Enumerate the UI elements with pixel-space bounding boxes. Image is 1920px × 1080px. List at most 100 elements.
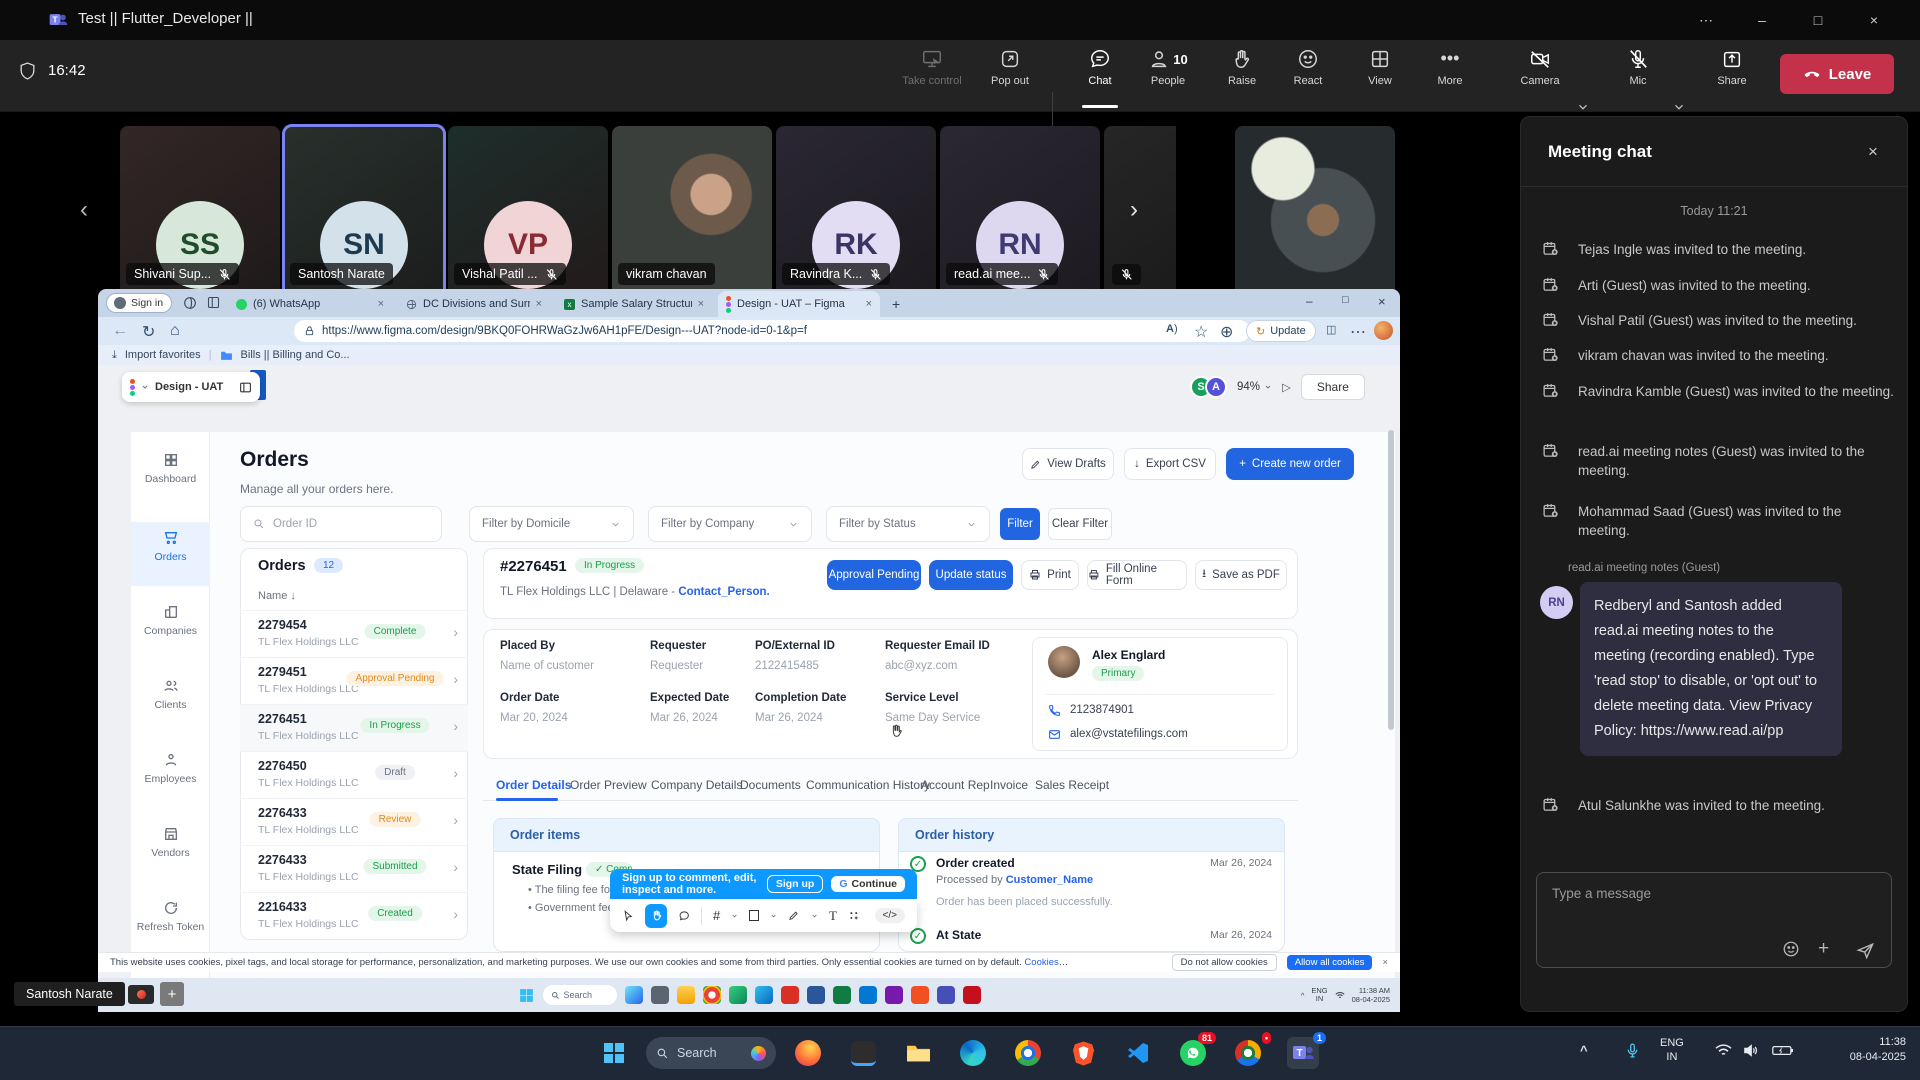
filter-company-select[interactable]: Filter by Company xyxy=(648,506,812,542)
copilot-icon[interactable] xyxy=(182,295,198,311)
back-icon[interactable]: ← xyxy=(112,322,128,340)
sidebar-item-refresh-token[interactable]: Refresh Token xyxy=(131,900,210,933)
cookies-settings-link[interactable]: Cookies settings xyxy=(1024,957,1070,968)
refresh-icon[interactable]: ↻ xyxy=(142,322,155,342)
sidebar-item-companies[interactable]: Companies xyxy=(131,604,210,637)
order-id-search-input[interactable]: Order ID xyxy=(240,506,442,542)
view-button[interactable]: View xyxy=(1348,48,1412,106)
shared-app-icon[interactable] xyxy=(937,986,955,1004)
shared-app-icon[interactable] xyxy=(677,986,695,1004)
shared-start-icon[interactable] xyxy=(518,987,535,1004)
tab-order-details[interactable]: Order Details xyxy=(496,778,571,792)
start-button-icon[interactable] xyxy=(602,1041,626,1065)
contact-email[interactable]: alex@vstatefilings.com xyxy=(1070,728,1188,740)
edge-signin-pill[interactable]: Sign in xyxy=(106,293,172,313)
cursor-tool-icon[interactable] xyxy=(622,909,634,923)
shared-app-icon[interactable] xyxy=(625,986,643,1004)
participant-tile[interactable]: VP Vishal Patil ... xyxy=(448,126,608,297)
tab-documents[interactable]: Documents xyxy=(740,778,801,792)
sidebar-item-employees[interactable]: Employees xyxy=(131,752,210,785)
filter-status-select[interactable]: Filter by Status xyxy=(826,506,990,542)
split-screen-icon[interactable]: ◫ xyxy=(1326,323,1336,336)
deny-cookies-button[interactable]: Do not allow cookies xyxy=(1172,954,1277,971)
emoji-icon[interactable] xyxy=(1782,940,1800,958)
tab-communication-history[interactable]: Communication History xyxy=(806,778,930,792)
chevron-down-icon[interactable] xyxy=(811,912,818,920)
canvas-scrollbar[interactable] xyxy=(1388,430,1394,730)
create-order-button[interactable]: + Create new order xyxy=(1226,448,1354,480)
participant-tile-video[interactable]: vikram chavan xyxy=(612,126,772,297)
home-icon[interactable]: ⌂ xyxy=(170,322,180,340)
shared-tray-chevron-icon[interactable]: ^ xyxy=(1301,991,1305,1000)
browser-close-icon[interactable]: × xyxy=(1378,294,1386,309)
camera-button[interactable]: Camera xyxy=(1508,48,1572,106)
update-status-button[interactable]: Update status xyxy=(929,560,1013,590)
taskbar-chrome-profile-icon[interactable]: • xyxy=(1232,1037,1264,1069)
filter-button[interactable]: Filter xyxy=(1000,508,1040,540)
taskbar-brave-icon[interactable] xyxy=(1067,1037,1099,1069)
tab-order-preview[interactable]: Order Preview xyxy=(570,778,647,792)
shared-app-icon[interactable] xyxy=(885,986,903,1004)
fill-online-form-button[interactable]: Fill Online Form xyxy=(1087,560,1187,590)
view-drafts-button[interactable]: View Drafts xyxy=(1022,448,1114,480)
gamebar-overlay[interactable] xyxy=(128,985,154,1004)
participant-tile[interactable]: SS Shivani Sup... xyxy=(120,126,280,297)
tab-close-icon[interactable]: × xyxy=(866,298,872,310)
browser-maximize-icon[interactable]: □ xyxy=(1342,294,1349,306)
sidebar-item-clients[interactable]: Clients xyxy=(131,678,210,711)
browser-menu-icon[interactable]: ⋯ xyxy=(1350,322,1366,342)
taskbar-chrome-icon[interactable] xyxy=(1012,1037,1044,1069)
taskbar-whatsapp-icon[interactable]: 81 xyxy=(1177,1037,1209,1069)
tray-mic-icon[interactable] xyxy=(1624,1040,1641,1061)
order-row[interactable]: 2279454TL Flex Holdings LLC Complete› xyxy=(240,610,468,657)
save-as-pdf-button[interactable]: ⭳ Save as PDF xyxy=(1195,560,1287,590)
leave-button[interactable]: Leave xyxy=(1780,54,1894,94)
read-aloud-icon[interactable]: A) xyxy=(1166,323,1178,335)
figma-signup-button[interactable]: Sign up xyxy=(767,875,824,893)
share-button[interactable]: Share xyxy=(1700,48,1764,106)
tab-invoice[interactable]: Invoice xyxy=(990,778,1028,792)
collaborator-avatar[interactable]: A xyxy=(1205,376,1227,398)
tab-close-icon[interactable]: × xyxy=(536,298,542,310)
camera-chevron-icon[interactable] xyxy=(1576,100,1590,114)
shared-app-icon[interactable] xyxy=(651,986,669,1004)
maximize-button[interactable]: □ xyxy=(1798,8,1838,32)
react-button[interactable]: React xyxy=(1276,48,1340,106)
chevron-down-icon[interactable] xyxy=(770,912,777,920)
favorites-star-icon[interactable]: ☆ xyxy=(1194,322,1208,342)
participant-tile[interactable]: RN read.ai mee... xyxy=(940,126,1100,297)
participant-tile-partial[interactable] xyxy=(1104,126,1176,297)
bills-folder-link[interactable]: Bills || Billing and Co... xyxy=(241,349,350,361)
google-continue-button[interactable]: GContinue xyxy=(831,876,905,892)
import-favorites-link[interactable]: Import favorites xyxy=(125,349,201,361)
tray-battery-icon[interactable] xyxy=(1772,1044,1794,1057)
pop-out-button[interactable]: Pop out xyxy=(978,48,1042,106)
shared-app-icon[interactable] xyxy=(807,986,825,1004)
shared-app-icon[interactable] xyxy=(781,986,799,1004)
shared-app-icon[interactable] xyxy=(911,986,929,1004)
tab-company-details[interactable]: Company Details xyxy=(651,778,742,792)
frame-tool-icon[interactable]: # xyxy=(713,908,720,923)
layout-panel-icon[interactable] xyxy=(239,381,252,394)
figma-share-button[interactable]: Share xyxy=(1301,374,1365,400)
tab-sales-receipt[interactable]: Sales Receipt xyxy=(1035,778,1109,792)
participant-tile[interactable]: RK Ravindra K... xyxy=(776,126,936,297)
resources-tool-icon[interactable] xyxy=(848,909,860,922)
pen-tool-icon[interactable] xyxy=(788,909,800,922)
taskbar-firefox-icon[interactable] xyxy=(792,1037,824,1069)
shape-tool-icon[interactable] xyxy=(749,910,759,921)
participant-tile[interactable]: SN Santosh Narate xyxy=(284,126,444,297)
comment-tool-icon[interactable] xyxy=(678,909,690,923)
browser-minimize-icon[interactable]: – xyxy=(1306,294,1313,308)
close-button[interactable]: × xyxy=(1854,8,1894,32)
strip-scroll-right-icon[interactable]: › xyxy=(1130,196,1138,224)
customer-name-link[interactable]: Customer_Name xyxy=(1006,874,1093,886)
approval-pending-button[interactable]: Approval Pending xyxy=(827,560,921,590)
order-row[interactable]: 2276433TL Flex Holdings LLC Review› xyxy=(240,798,468,845)
tray-language[interactable]: ENGIN xyxy=(1660,1036,1684,1064)
presenter-pin-button[interactable]: + xyxy=(160,982,184,1006)
shared-app-icon[interactable] xyxy=(833,986,851,1004)
browser-tab-excel[interactable]: x Sample Salary Structure with calc× xyxy=(556,293,712,315)
taskbar-search[interactable]: Search xyxy=(646,1037,776,1069)
chevron-down-icon[interactable] xyxy=(731,912,738,920)
